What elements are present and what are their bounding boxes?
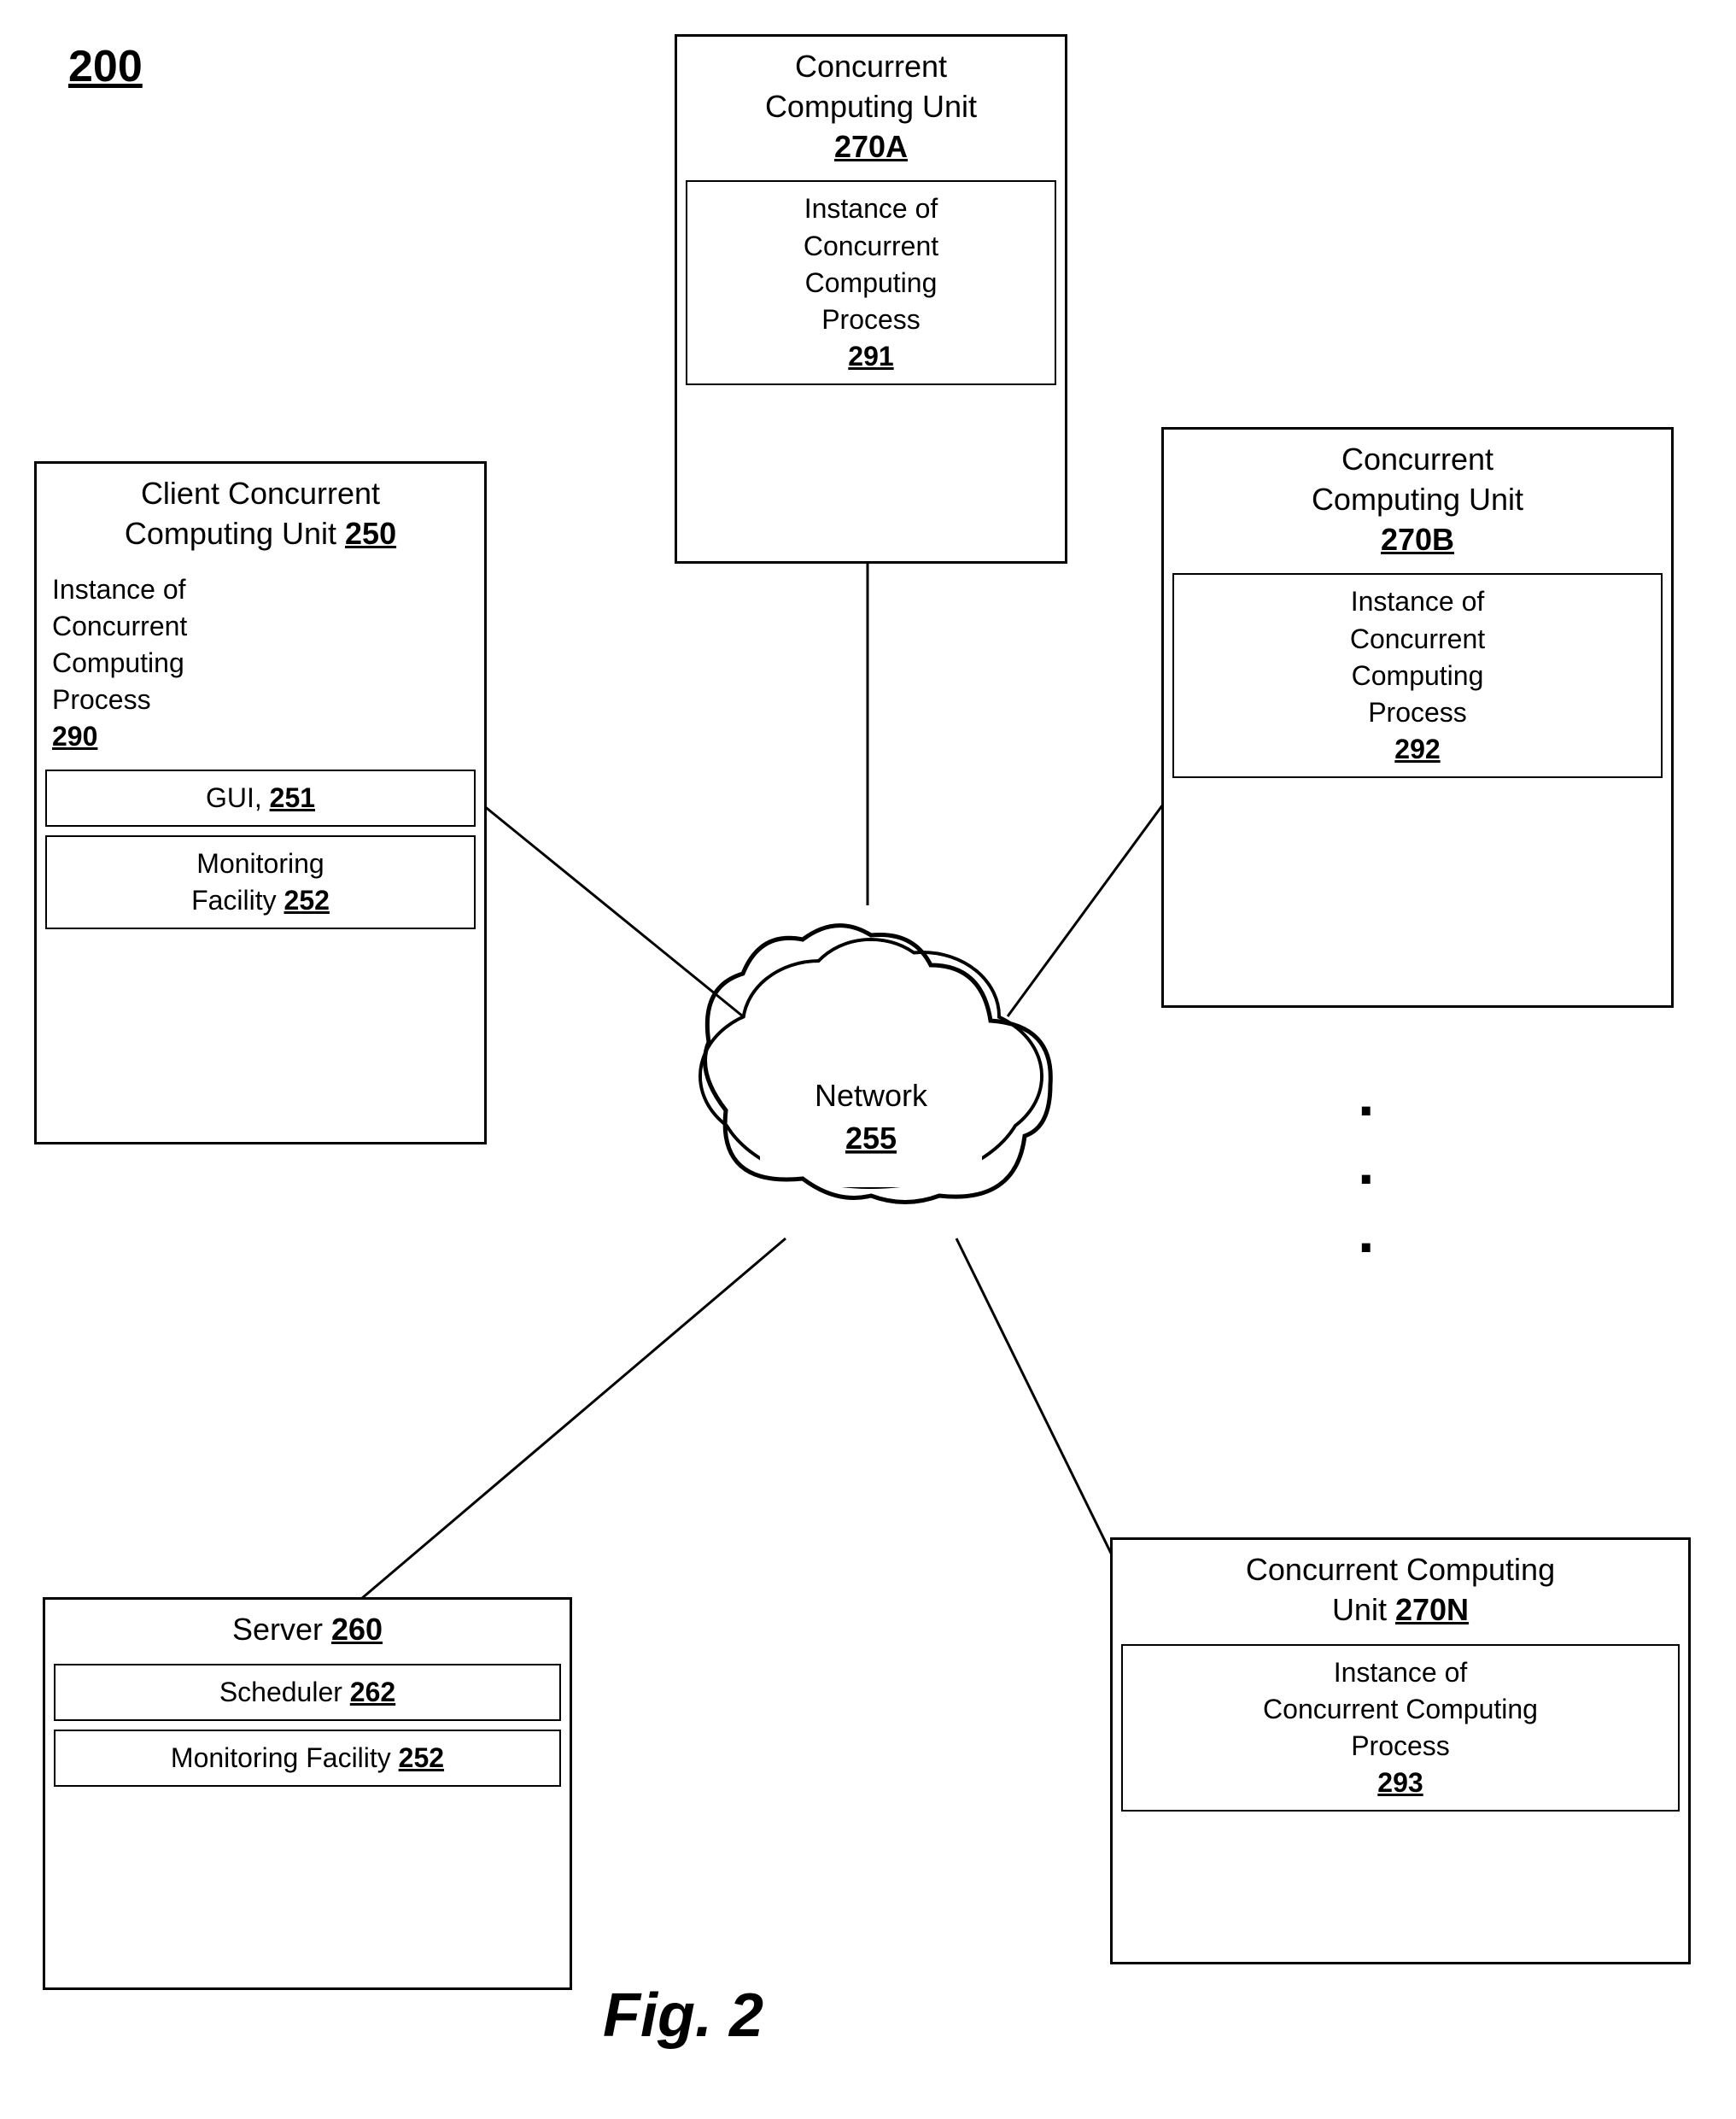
unit-270b-box: Concurrent Computing Unit 270B Instance …: [1161, 427, 1674, 1008]
unit-270a-process-box: Instance of Concurrent Computing Process…: [686, 180, 1056, 385]
svg-text:255: 255: [845, 1121, 897, 1156]
diagram-reference: 200: [68, 41, 143, 92]
unit-270b-process-text: Instance of Concurrent Computing Process…: [1186, 583, 1649, 768]
server-monitoring-box: Monitoring Facility 252: [54, 1730, 561, 1787]
server-title: Server 260: [45, 1600, 570, 1655]
client-unit-title: Client Concurrent Computing Unit 250: [37, 464, 484, 559]
unit-270n-process-text: Instance of Concurrent Computing Process…: [1135, 1654, 1666, 1802]
cloud-svg: Network 255: [649, 854, 1093, 1221]
ellipsis-dots: ···: [1358, 1076, 1379, 1281]
client-monitoring-box: Monitoring Facility 252: [45, 835, 476, 929]
server-box: Server 260 Scheduler 262 Monitoring Faci…: [43, 1597, 572, 1990]
diagram: 200 Concurrent Computing Unit 270A Insta…: [0, 0, 1736, 2119]
unit-270n-box: Concurrent Computing Unit 270N Instance …: [1110, 1537, 1691, 1964]
client-process-290-label: Instance of Concurrent Computing Process…: [37, 559, 484, 761]
unit-270b-process-box: Instance of Concurrent Computing Process…: [1172, 573, 1663, 778]
network-cloud: Network 255: [649, 854, 1093, 1221]
reference-number: 200: [68, 42, 143, 91]
client-unit-box: Client Concurrent Computing Unit 250 Ins…: [34, 461, 487, 1144]
unit-270n-title: Concurrent Computing Unit 270N: [1113, 1540, 1688, 1636]
gui-box: GUI, 251: [45, 770, 476, 827]
unit-270b-title: Concurrent Computing Unit 270B: [1164, 430, 1671, 565]
unit-270a-title: Concurrent Computing Unit 270A: [677, 37, 1065, 172]
scheduler-box: Scheduler 262: [54, 1664, 561, 1721]
unit-270a-box: Concurrent Computing Unit 270A Instance …: [675, 34, 1067, 564]
figure-label: Fig. 2: [512, 1981, 854, 2051]
svg-text:Network: Network: [815, 1078, 928, 1113]
unit-270a-process-text: Instance of Concurrent Computing Process…: [699, 190, 1043, 375]
unit-270n-process-box: Instance of Concurrent Computing Process…: [1121, 1644, 1680, 1812]
